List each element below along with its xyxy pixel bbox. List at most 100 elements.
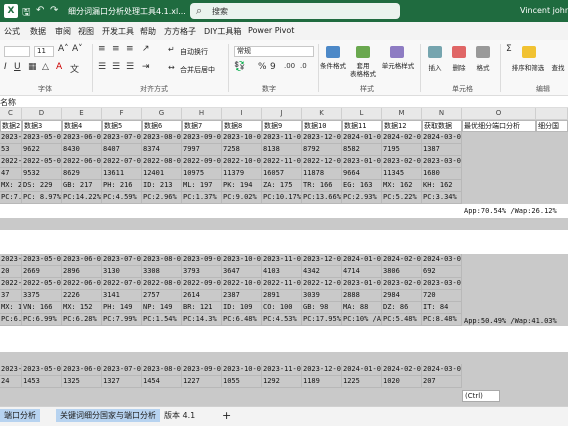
menu-view[interactable]: 视图 — [78, 26, 94, 37]
table-cell[interactable]: 2022-09-01 — [182, 156, 222, 168]
cell-style-button[interactable]: 单元格样式 — [380, 62, 416, 70]
wrap-text-icon[interactable]: ↵ — [168, 45, 175, 54]
table-cell[interactable]: ZA: 175 — [262, 180, 302, 192]
table-cell[interactable]: 3806 — [382, 266, 422, 278]
header-cell[interactable]: 最优细分端口分析 — [462, 120, 536, 132]
table-cell[interactable]: 2024-01-01 — [342, 364, 382, 376]
table-cell[interactable]: BR: 121 — [182, 302, 222, 314]
header-cell[interactable]: 数据4 — [62, 120, 102, 132]
column-header[interactable]: O — [462, 108, 536, 120]
merge-center-button[interactable]: 合并后居中 — [180, 65, 215, 75]
table-cell[interactable]: PC:4.59% — [102, 192, 142, 204]
table-cell[interactable]: 2023-07-01 — [102, 254, 142, 266]
table-cell[interactable]: MX: 152 — [62, 302, 102, 314]
table-cell[interactable]: 7195 — [382, 144, 422, 156]
find-select-button[interactable]: 查找 — [548, 64, 568, 72]
table-cell[interactable]: 2022-06-01 — [62, 278, 102, 290]
table-cell[interactable]: 1387 — [422, 144, 462, 156]
table-cell[interactable]: 2023-07-01 — [102, 132, 142, 144]
table-cell[interactable]: 9622 — [22, 144, 62, 156]
table-cell[interactable]: 7997 — [182, 144, 222, 156]
table-cell[interactable]: 3039 — [302, 290, 342, 302]
table-cell[interactable]: 20 — [0, 266, 22, 278]
sheet-tab-version[interactable]: 版本 4.1 — [160, 409, 199, 422]
table-cell[interactable]: 2387 — [222, 290, 262, 302]
table-cell[interactable]: PC:13.66% — [302, 192, 342, 204]
header-cell[interactable]: 获取数据 — [422, 120, 462, 132]
table-cell[interactable]: 1453 — [22, 376, 62, 388]
table-cell[interactable]: 1055 — [222, 376, 262, 388]
delete-icon[interactable] — [452, 46, 466, 58]
font-size-dropdown[interactable]: 11 — [34, 46, 54, 57]
add-sheet-button[interactable]: + — [218, 409, 235, 422]
table-cell[interactable]: GB: 98 — [302, 302, 342, 314]
orientation-icon[interactable]: ↗ — [142, 44, 150, 54]
table-cell[interactable]: 2024-03-01 — [422, 132, 462, 144]
align-middle-icon[interactable]: ≡ — [112, 44, 120, 54]
format-button[interactable]: 格式 — [472, 64, 494, 72]
font-color-icon[interactable]: A — [56, 62, 62, 72]
table-cell[interactable]: 11878 — [302, 168, 342, 180]
table-cell[interactable]: PC:6.48% — [222, 314, 262, 326]
table-cell[interactable]: 2023-10-01 — [222, 254, 262, 266]
table-cell[interactable]: 3141 — [102, 290, 142, 302]
table-cell[interactable]: PC:14.3% — [182, 314, 222, 326]
table-cell[interactable]: 2022-05-01 — [22, 278, 62, 290]
table-cell[interactable]: 2022-08-01 — [142, 278, 182, 290]
cell-style-icon[interactable] — [390, 46, 404, 58]
table-cell[interactable]: PC: 8.97% — [22, 192, 62, 204]
table-cell[interactable]: PC:7.99% — [102, 314, 142, 326]
header-cell[interactable]: 数据2 — [0, 120, 22, 132]
sheet-tab-port-analysis[interactable]: 端口分析 — [0, 409, 40, 422]
table-cell[interactable]: 2023-08-01 — [142, 254, 182, 266]
column-header[interactable]: K — [302, 108, 342, 120]
header-cell[interactable]: 数据10 — [302, 120, 342, 132]
table-cell[interactable]: 2023-10-01 — [222, 364, 262, 376]
table-cell[interactable]: 4103 — [262, 266, 302, 278]
table-cell[interactable]: 8792 — [302, 144, 342, 156]
table-cell[interactable]: 2023-11-01 — [262, 364, 302, 376]
table-cell[interactable]: ML: 197 — [182, 180, 222, 192]
column-header[interactable]: F — [102, 108, 142, 120]
undo-icon[interactable]: ↶ — [36, 5, 44, 16]
table-cell[interactable]: 8374 — [142, 144, 182, 156]
table-cell[interactable]: 2023-01-01 — [342, 278, 382, 290]
font-name-dropdown[interactable] — [4, 46, 30, 57]
column-header[interactable]: M — [382, 108, 422, 120]
table-cell[interactable]: CO: 100 — [262, 302, 302, 314]
phonetic-icon[interactable]: 文 — [70, 62, 79, 75]
column-header[interactable]: N — [422, 108, 462, 120]
table-cell[interactable]: 1189 — [302, 376, 342, 388]
wrap-text-button[interactable]: 自动换行 — [180, 47, 208, 57]
table-cell[interactable]: PC:9.02% — [222, 192, 262, 204]
align-top-icon[interactable]: ≡ — [98, 44, 106, 54]
table-cell[interactable]: 692 — [422, 266, 462, 278]
table-cell[interactable]: 1292 — [262, 376, 302, 388]
table-cell[interactable]: 2022-06-01 — [62, 156, 102, 168]
format-icon[interactable] — [476, 46, 490, 58]
table-cell[interactable]: 2023-11-01 — [262, 132, 302, 144]
align-right-icon[interactable]: ☰ — [126, 62, 134, 72]
insert-button[interactable]: 插入 — [424, 64, 446, 72]
table-cell[interactable]: 2022-11-01 — [262, 156, 302, 168]
merge-icon[interactable]: ↔ — [168, 63, 175, 72]
table-cell[interactable]: 9532 — [22, 168, 62, 180]
paste-options-tag[interactable]: (Ctrl) — [462, 390, 500, 402]
table-cell[interactable]: 47 — [0, 168, 22, 180]
table-cell[interactable]: 2023-12-01 — [302, 364, 342, 376]
sort-filter-button[interactable]: 排序和筛选 — [508, 64, 548, 72]
table-cell[interactable]: 2023-10-01 — [222, 132, 262, 144]
table-cell[interactable]: 2023-08-01 — [142, 364, 182, 376]
table-cell[interactable]: 2023-03-01 — [422, 156, 462, 168]
column-header[interactable]: H — [182, 108, 222, 120]
table-cell[interactable]: 2022-07-01 — [102, 278, 142, 290]
search-box[interactable]: ⌕ 搜索 — [190, 3, 400, 19]
column-header[interactable]: G — [142, 108, 182, 120]
table-cell[interactable]: 16057 — [262, 168, 302, 180]
table-cell[interactable]: 2022-07-01 — [102, 156, 142, 168]
table-cell[interactable]: TR: 166 — [302, 180, 342, 192]
table-cell[interactable]: 2896 — [62, 266, 102, 278]
header-cell[interactable]: 数据11 — [342, 120, 382, 132]
table-cell[interactable]: 2022-10-01 — [222, 278, 262, 290]
table-cell[interactable]: DZ: 86 — [382, 302, 422, 314]
